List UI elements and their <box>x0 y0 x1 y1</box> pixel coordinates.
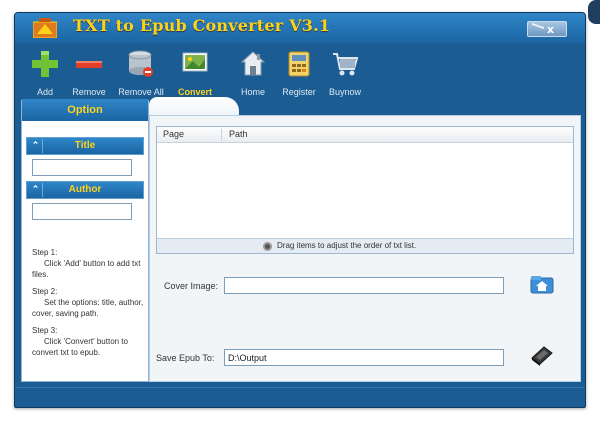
table-header: Page Path <box>157 127 573 143</box>
drag-hint-bar: Drag items to adjust the order of txt li… <box>157 238 573 253</box>
browse-cover-button[interactable] <box>530 274 554 296</box>
window-title: TXT to Epub Converter V3.1 <box>73 16 331 35</box>
step-heading: Step 2: <box>32 287 58 296</box>
toolbar: Add Remove Remove All Convert Home Regis… <box>15 43 585 103</box>
drag-hint: Drag items to adjust the order of txt li… <box>277 241 417 250</box>
remove-all-button[interactable]: Remove All <box>115 49 167 101</box>
convert-button-label: Convert <box>177 87 212 97</box>
register-button[interactable]: Register <box>273 49 325 101</box>
title-bar[interactable]: TXT to Epub Converter V3.1 x <box>15 13 585 43</box>
home-button[interactable]: Home <box>227 49 279 101</box>
column-page[interactable]: Page <box>163 129 184 139</box>
app-window: TXT to Epub Converter V3.1 x Add Remove <box>14 12 586 408</box>
title-input[interactable] <box>32 159 132 176</box>
step-heading: Step 3: <box>32 326 58 335</box>
author-section-header[interactable]: ⌃ Author <box>26 181 144 199</box>
home-icon <box>240 51 266 76</box>
step-2: Step 2: Set the options: title, author, … <box>32 286 146 319</box>
minus-icon <box>76 61 102 68</box>
file-list-table[interactable]: Page Path Drag items to adjust the order… <box>156 126 574 254</box>
buynow-button[interactable]: Buynow <box>319 49 371 101</box>
status-bar <box>15 387 585 407</box>
plus-icon <box>32 51 58 77</box>
convert-icon <box>182 52 208 72</box>
remove-button-label: Remove <box>72 87 106 97</box>
option-panel-header: Option <box>22 99 148 121</box>
desktop-edge-decoration <box>588 0 600 24</box>
option-panel: Option ⌃ Title ⌃ Author Step 1: Click 'A… <box>21 99 149 382</box>
remove-all-button-label: Remove All <box>118 87 164 97</box>
step-1: Step 1: Click 'Add' button to add txt fi… <box>32 247 146 280</box>
browse-folder-button[interactable] <box>530 344 554 366</box>
register-button-label: Register <box>282 87 316 97</box>
close-icon: x <box>547 23 555 36</box>
author-input[interactable] <box>32 203 132 220</box>
cart-icon <box>333 53 359 76</box>
step-heading: Step 1: <box>32 248 58 257</box>
author-section-label: Author <box>68 184 102 195</box>
convert-button[interactable]: Convert <box>169 49 221 101</box>
window-decoration-icon <box>532 22 544 36</box>
step-text: Click 'Add' button to add txt files. <box>32 259 141 279</box>
title-section-header[interactable]: ⌃ Title <box>26 137 144 155</box>
cover-image-input[interactable] <box>224 277 504 294</box>
step-text: Click 'Convert' button to convert txt to… <box>32 337 128 357</box>
column-path[interactable]: Path <box>229 129 248 139</box>
step-text: Set the options: title, author, cover, s… <box>32 298 144 318</box>
collapse-icon[interactable]: ⌃ <box>29 139 43 153</box>
app-logo-icon <box>33 18 57 38</box>
database-remove-icon <box>128 50 153 77</box>
column-separator <box>221 129 222 141</box>
cover-image-label: Cover Image: <box>164 281 219 291</box>
save-path-label: Save Epub To: <box>156 353 215 363</box>
collapse-icon[interactable]: ⌃ <box>29 183 43 197</box>
main-panel: Page Path Drag items to adjust the order… <box>149 97 581 382</box>
main-content: Page Path Drag items to adjust the order… <box>149 115 581 382</box>
remove-button[interactable]: Remove <box>63 49 115 101</box>
title-section-label: Title <box>74 140 96 151</box>
buynow-button-label: Buynow <box>328 87 362 97</box>
close-button[interactable]: x <box>527 21 567 37</box>
register-icon <box>288 51 310 77</box>
home-button-label: Home <box>240 87 265 97</box>
save-path-input[interactable] <box>224 349 504 366</box>
step-3: Step 3: Click 'Convert' button to conver… <box>32 325 146 358</box>
info-icon <box>263 242 272 251</box>
instructions: Step 1: Click 'Add' button to add txt fi… <box>32 247 146 364</box>
